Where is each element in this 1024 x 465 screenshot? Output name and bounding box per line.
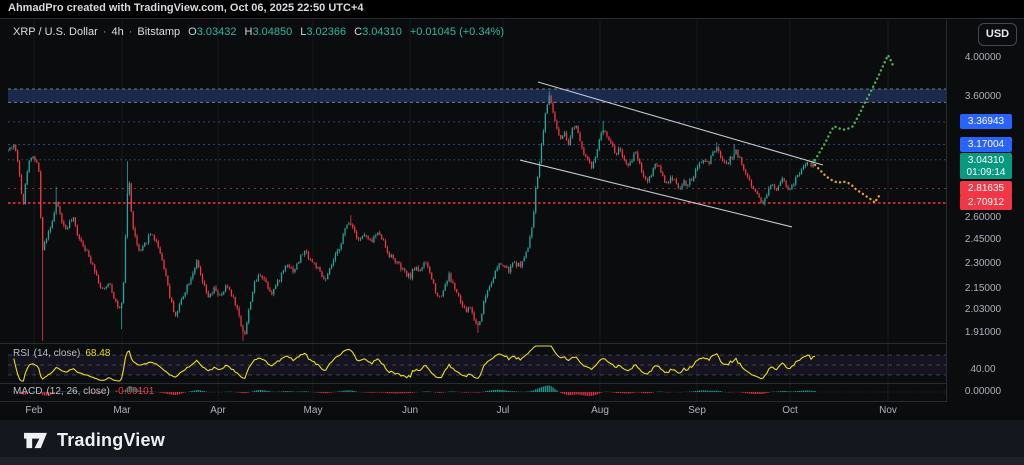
rsi-value: 68.48 (85, 348, 110, 359)
symbol-legend: XRP / U.S. Dollar·4h·BitstampO3.03432H3.… (13, 26, 504, 38)
supply-zone (8, 89, 946, 102)
close-value: 3.04310 (362, 26, 402, 38)
close-label: C (354, 26, 362, 38)
macd-value: -0.00101 (115, 386, 154, 397)
low-value: 3.02366 (306, 26, 346, 38)
candles-down-wicks (12, 94, 811, 341)
time-scale[interactable] (0, 402, 946, 420)
rsi-legend[interactable]: RSI (14, close) 68.48 (13, 348, 110, 359)
tradingview-screenshot: AhmadPro created with TradingView.com, O… (0, 0, 1024, 465)
candles-up-bodies (7, 96, 815, 334)
open-label: O (188, 26, 197, 38)
currency-toggle-button[interactable]: USD (978, 23, 1017, 46)
symbol-title[interactable]: XRP / U.S. Dollar (13, 26, 98, 38)
rsi-params: (14, close) (34, 348, 81, 359)
legend-separator: · (103, 26, 107, 38)
tradingview-logo[interactable]: TradingView (22, 430, 165, 451)
macd-name: MACD (13, 386, 42, 397)
price-scale[interactable] (946, 18, 1024, 402)
exchange-label: Bitstamp (137, 26, 180, 38)
tradingview-logo-icon (22, 430, 49, 451)
tradingview-logo-text: TradingView (57, 430, 165, 451)
interval-label[interactable]: 4h (111, 26, 123, 38)
footer: TradingView (0, 420, 1024, 465)
candles-down-bodies (11, 96, 812, 334)
rsi-band (8, 355, 946, 375)
change-value: +0.01045 (+0.34%) (410, 26, 504, 38)
window-bottom-strip (0, 457, 1024, 465)
rsi-name: RSI (13, 348, 30, 359)
open-value: 3.03432 (197, 26, 237, 38)
price-panel (7, 55, 946, 341)
bearish-projection (815, 165, 879, 203)
legend-separator: · (129, 26, 133, 38)
macd-legend[interactable]: MACD (12, 26, close) -0.00101 (13, 386, 154, 397)
macd-params: (12, 26, close) (46, 386, 109, 397)
high-value: 3.04850 (252, 26, 292, 38)
trendline-lower (520, 160, 792, 227)
